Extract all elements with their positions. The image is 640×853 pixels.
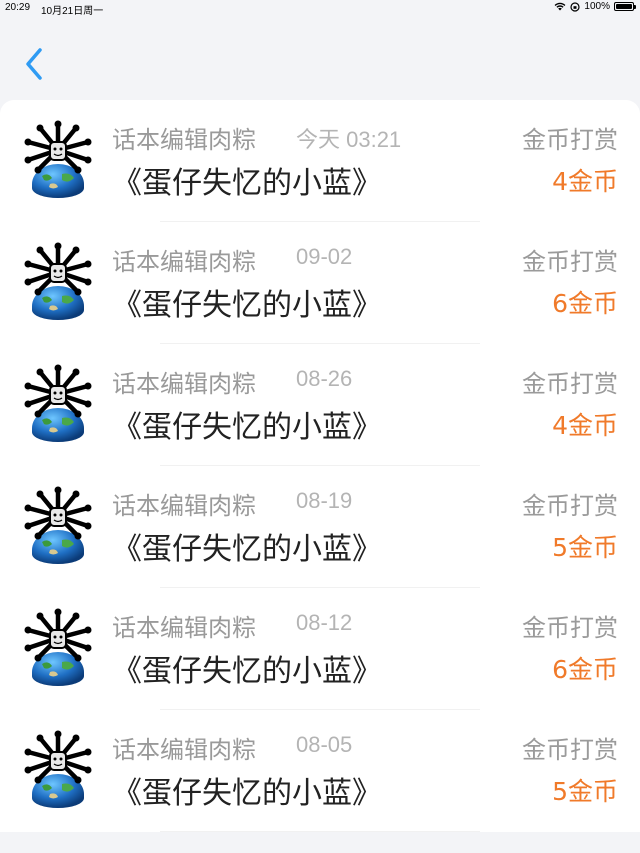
avatar[interactable] [22,608,94,686]
username: 话本编辑肉粽 [112,614,256,642]
chevron-left-icon [26,48,42,80]
timestamp: 今天 03:21 [296,127,402,152]
avatar[interactable] [22,486,94,564]
status-date: 10月21日周一 [41,6,104,17]
reward-amount: 6金币 [552,655,618,684]
reward-amount: 5金币 [552,533,618,562]
username: 话本编辑肉粽 [112,248,256,276]
wifi-icon [555,2,566,11]
work-title: 《蛋仔失忆的小蓝》 [112,776,382,811]
reward-amount: 6金币 [552,289,618,318]
timestamp: 09-02 [296,244,353,269]
avatar[interactable] [22,242,94,320]
reward-amount: 5金币 [552,777,618,806]
status-time: 20:29 [5,2,31,13]
avatar[interactable] [22,730,94,808]
battery-percent: 100% [584,1,610,12]
list-item[interactable]: 话本编辑肉粽 08-12 《蛋仔失忆的小蓝》 金币打赏 6金币 [0,588,640,710]
list-item[interactable]: 话本编辑肉粽 08-19 《蛋仔失忆的小蓝》 金币打赏 5金币 [0,466,640,588]
username: 话本编辑肉粽 [112,126,256,154]
reward-label: 金币打赏 [522,248,618,276]
timestamp: 08-19 [296,488,353,513]
timestamp: 08-05 [296,732,353,757]
work-title: 《蛋仔失忆的小蓝》 [112,288,382,323]
timestamp: 08-26 [296,366,353,391]
reward-list: 话本编辑肉粽 今天 03:21 《蛋仔失忆的小蓝》 金币打赏 4金币 话本编辑肉… [0,100,640,832]
orientation-lock-icon [570,1,581,12]
work-title: 《蛋仔失忆的小蓝》 [112,166,382,201]
bottom-strip [0,832,640,853]
reward-amount: 4金币 [552,167,618,196]
list-item[interactable]: 话本编辑肉粽 09-02 《蛋仔失忆的小蓝》 金币打赏 6金币 [0,222,640,344]
reward-label: 金币打赏 [522,370,618,398]
username: 话本编辑肉粽 [112,736,256,764]
reward-label: 金币打赏 [522,492,618,520]
work-title: 《蛋仔失忆的小蓝》 [112,532,382,567]
battery-icon [614,2,636,11]
work-title: 《蛋仔失忆的小蓝》 [112,654,382,689]
avatar[interactable] [22,120,94,198]
status-right: 100% [554,1,636,12]
reward-label: 金币打赏 [522,126,618,154]
list-item[interactable]: 话本编辑肉粽 08-05 《蛋仔失忆的小蓝》 金币打赏 5金币 [0,710,640,832]
reward-label: 金币打赏 [522,736,618,764]
back-button[interactable] [18,44,50,84]
list-item[interactable]: 话本编辑肉粽 08-26 《蛋仔失忆的小蓝》 金币打赏 4金币 [0,344,640,466]
work-title: 《蛋仔失忆的小蓝》 [112,410,382,445]
username: 话本编辑肉粽 [112,370,256,398]
avatar[interactable] [22,364,94,442]
status-bar: 20:29 10月21日周一 100% [0,0,640,18]
reward-label: 金币打赏 [522,614,618,642]
nav-bar [0,18,640,98]
reward-amount: 4金币 [552,411,618,440]
timestamp: 08-12 [296,610,353,635]
list-item[interactable]: 话本编辑肉粽 今天 03:21 《蛋仔失忆的小蓝》 金币打赏 4金币 [0,100,640,222]
username: 话本编辑肉粽 [112,492,256,520]
